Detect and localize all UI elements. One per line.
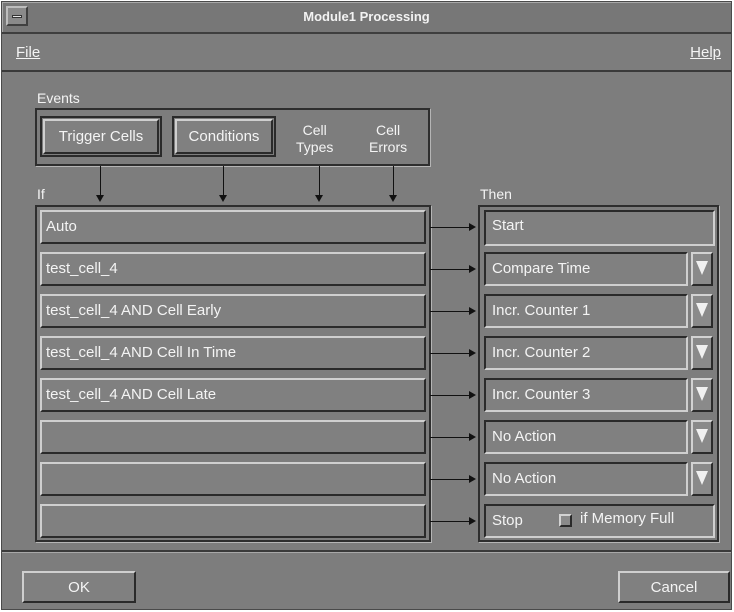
connector-line [430,437,470,438]
menu-file[interactable]: File [16,44,40,61]
dropdown-arrow-icon[interactable] [691,378,713,412]
cell-errors-label: Cell Errors [369,122,408,155]
connector-line [430,227,470,228]
dropdown-arrow-icon[interactable] [691,420,713,454]
action-start: Start [484,210,715,246]
condition-row[interactable]: test_cell_4 AND Cell Early [40,294,426,328]
memory-full-label: if Memory Full [580,510,675,527]
dropdown-arrow-icon[interactable] [691,252,713,286]
dropdown-arrow-icon[interactable] [691,336,713,370]
memory-full-checkbox[interactable] [559,514,572,527]
condition-row[interactable] [40,420,426,454]
arrow-down-icon [219,195,227,202]
menu-bar: File Help [2,34,731,72]
arrow-right-icon [469,265,476,273]
connector-line [430,269,470,270]
action-select[interactable]: No Action [484,462,688,496]
connector-line [430,521,470,522]
action-select[interactable]: Incr. Counter 3 [484,378,688,412]
condition-row[interactable]: test_cell_4 AND Cell Late [40,378,426,412]
action-select[interactable]: No Action [484,420,688,454]
dropdown-arrow-icon[interactable] [691,462,713,496]
action-select[interactable]: Incr. Counter 1 [484,294,688,328]
if-label: If [37,186,45,202]
arrow-right-icon [469,517,476,525]
condition-row[interactable]: test_cell_4 AND Cell In Time [40,336,426,370]
trigger-cells-button[interactable]: Trigger Cells [40,116,162,157]
connector-line [430,395,470,396]
footer-divider [2,550,731,553]
condition-row[interactable] [40,504,426,538]
connector-line [430,311,470,312]
action-select[interactable]: Incr. Counter 2 [484,336,688,370]
action-select[interactable]: Compare Time [484,252,688,286]
arrow-down-icon [96,195,104,202]
cancel-button[interactable]: Cancel [618,571,730,603]
arrow-right-icon [469,349,476,357]
arrow-right-icon [469,433,476,441]
arrow-right-icon [469,307,476,315]
arrow-right-icon [469,223,476,231]
ok-button[interactable]: OK [22,571,136,603]
then-label: Then [480,186,512,202]
event-arrow-line [319,166,320,196]
arrow-right-icon [469,475,476,483]
condition-row[interactable]: Auto [40,210,426,244]
condition-row[interactable]: test_cell_4 [40,252,426,286]
cell-types-label: Cell Types [296,122,334,155]
event-arrow-line [223,166,224,196]
conditions-button[interactable]: Conditions [172,116,276,157]
menu-help[interactable]: Help [690,44,721,61]
connector-line [430,353,470,354]
module-processing-window: Module1 Processing File Help Events Trig… [1,1,732,610]
connector-line [430,479,470,480]
events-label: Events [37,90,80,106]
dropdown-arrow-icon[interactable] [691,294,713,328]
title-bar: Module1 Processing [2,2,731,34]
action-stop: Stop [492,512,523,529]
event-arrow-line [393,166,394,196]
arrow-right-icon [469,391,476,399]
event-arrow-line [100,166,101,196]
arrow-down-icon [389,195,397,202]
condition-row[interactable] [40,462,426,496]
window-title: Module1 Processing [303,9,430,24]
arrow-down-icon [315,195,323,202]
